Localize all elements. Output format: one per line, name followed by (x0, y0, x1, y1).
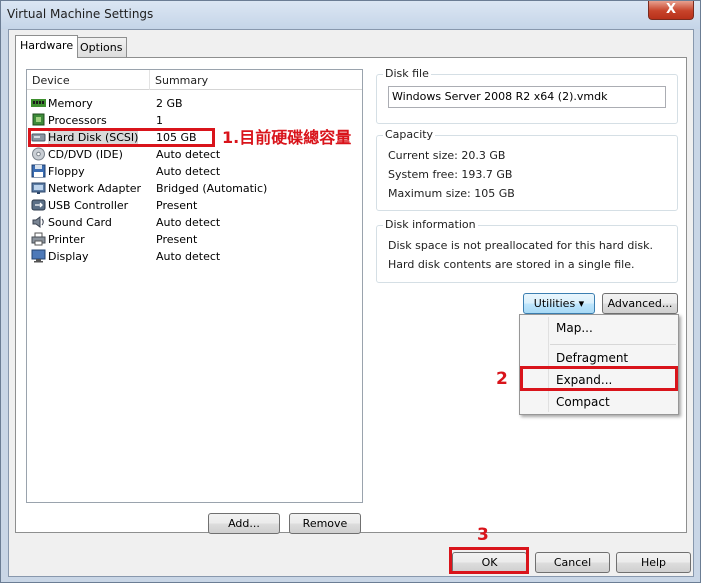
network-adapter-icon (31, 182, 46, 194)
device-summary: Present (156, 199, 198, 212)
hard-disk-highlight-box (28, 128, 215, 147)
device-list-header: Device Summary (27, 70, 362, 90)
disk-info-single-file-text: Hard disk contents are stored in a singl… (388, 258, 635, 271)
device-name: CD/DVD (IDE) (48, 148, 123, 161)
device-summary: 1 (156, 114, 163, 127)
display-icon (31, 249, 46, 263)
menu-item-defragment[interactable]: Defragment (556, 351, 628, 365)
advanced-button[interactable]: Advanced... (602, 293, 678, 314)
disk-info-preallocation-text: Disk space is not preallocated for this … (388, 239, 653, 252)
disk-information-group: Disk information Disk space is not preal… (376, 218, 678, 283)
column-divider[interactable] (149, 70, 150, 90)
capacity-label: Capacity (383, 128, 436, 141)
utilities-dropdown-button[interactable]: Utilities ▾ (523, 293, 595, 314)
device-name: Network Adapter (48, 182, 142, 195)
printer-icon (31, 232, 46, 246)
window-title: Virtual Machine Settings (7, 7, 154, 21)
device-summary: 2 GB (156, 97, 183, 110)
expand-highlight-box (520, 366, 678, 391)
device-row-network-adapter[interactable]: Network Adapter Bridged (Automatic) (28, 180, 361, 197)
device-name: USB Controller (48, 199, 129, 212)
hardware-tab-panel: Device Summary Memory 2 GB Processors 1 … (15, 57, 687, 534)
title-bar[interactable]: Virtual Machine Settings X (1, 1, 700, 29)
device-summary: Auto detect (156, 216, 221, 229)
device-row-floppy[interactable]: Floppy Auto detect (28, 163, 361, 180)
menu-item-map[interactable]: Map... (556, 321, 593, 335)
tab-options[interactable]: Options (75, 37, 128, 58)
add-device-button[interactable]: Add... (208, 513, 280, 534)
device-row-display[interactable]: Display Auto detect (28, 248, 361, 265)
maximum-size-text: Maximum size: 105 GB (388, 187, 515, 200)
device-row-cd-dvd[interactable]: CD/DVD (IDE) Auto detect (28, 146, 361, 163)
device-name: Printer (48, 233, 85, 246)
column-header-summary[interactable]: Summary (155, 74, 208, 87)
disk-file-group: Disk file Windows Server 2008 R2 x64 (2)… (376, 67, 678, 124)
device-summary: Auto detect (156, 250, 221, 263)
device-row-sound-card[interactable]: Sound Card Auto detect (28, 214, 361, 231)
device-name: Sound Card (48, 216, 112, 229)
device-name: Memory (48, 97, 93, 110)
capacity-group: Capacity Current size: 20.3 GB System fr… (376, 128, 678, 211)
cancel-button[interactable]: Cancel (535, 552, 610, 573)
column-header-device[interactable]: Device (32, 74, 70, 87)
tab-hardware[interactable]: Hardware (15, 35, 79, 58)
device-name: Display (48, 250, 89, 263)
device-summary: Auto detect (156, 148, 221, 161)
disk-file-path-field[interactable]: Windows Server 2008 R2 x64 (2).vmdk (388, 86, 666, 108)
menu-item-compact[interactable]: Compact (556, 395, 610, 409)
close-button[interactable]: X (648, 1, 694, 20)
help-button[interactable]: Help (616, 552, 691, 573)
dialog-client-area: Hardware Options Device Summary Memory 2… (8, 29, 694, 577)
device-row-printer[interactable]: Printer Present (28, 231, 361, 248)
device-summary: Present (156, 233, 198, 246)
system-free-text: System free: 193.7 GB (388, 168, 513, 181)
device-row-memory[interactable]: Memory 2 GB (28, 95, 361, 112)
menu-icon-gutter (548, 317, 549, 412)
ok-highlight-box (449, 547, 529, 574)
disk-information-label: Disk information (383, 218, 478, 231)
annotation-step-2: 2 (496, 369, 508, 389)
disk-file-label: Disk file (383, 67, 431, 80)
device-row-usb-controller[interactable]: USB Controller Present (28, 197, 361, 214)
usb-icon (31, 199, 46, 211)
virtual-machine-settings-window: Virtual Machine Settings X Hardware Opti… (0, 0, 701, 583)
memory-icon (31, 99, 46, 107)
annotation-step-1: 1.目前硬碟總容量 (222, 128, 352, 147)
cd-dvd-icon (32, 147, 45, 161)
sound-card-icon (32, 216, 44, 228)
device-summary: Auto detect (156, 165, 221, 178)
utilities-menu: Map... Defragment Expand... Compact (519, 314, 679, 415)
current-size-text: Current size: 20.3 GB (388, 149, 506, 162)
floppy-icon (31, 164, 46, 178)
menu-separator (550, 344, 676, 345)
processor-icon (32, 113, 45, 126)
device-summary: Bridged (Automatic) (156, 182, 268, 195)
device-name: Floppy (48, 165, 85, 178)
annotation-step-3: 3 (477, 525, 489, 545)
device-name: Processors (48, 114, 107, 127)
remove-device-button[interactable]: Remove (289, 513, 361, 534)
